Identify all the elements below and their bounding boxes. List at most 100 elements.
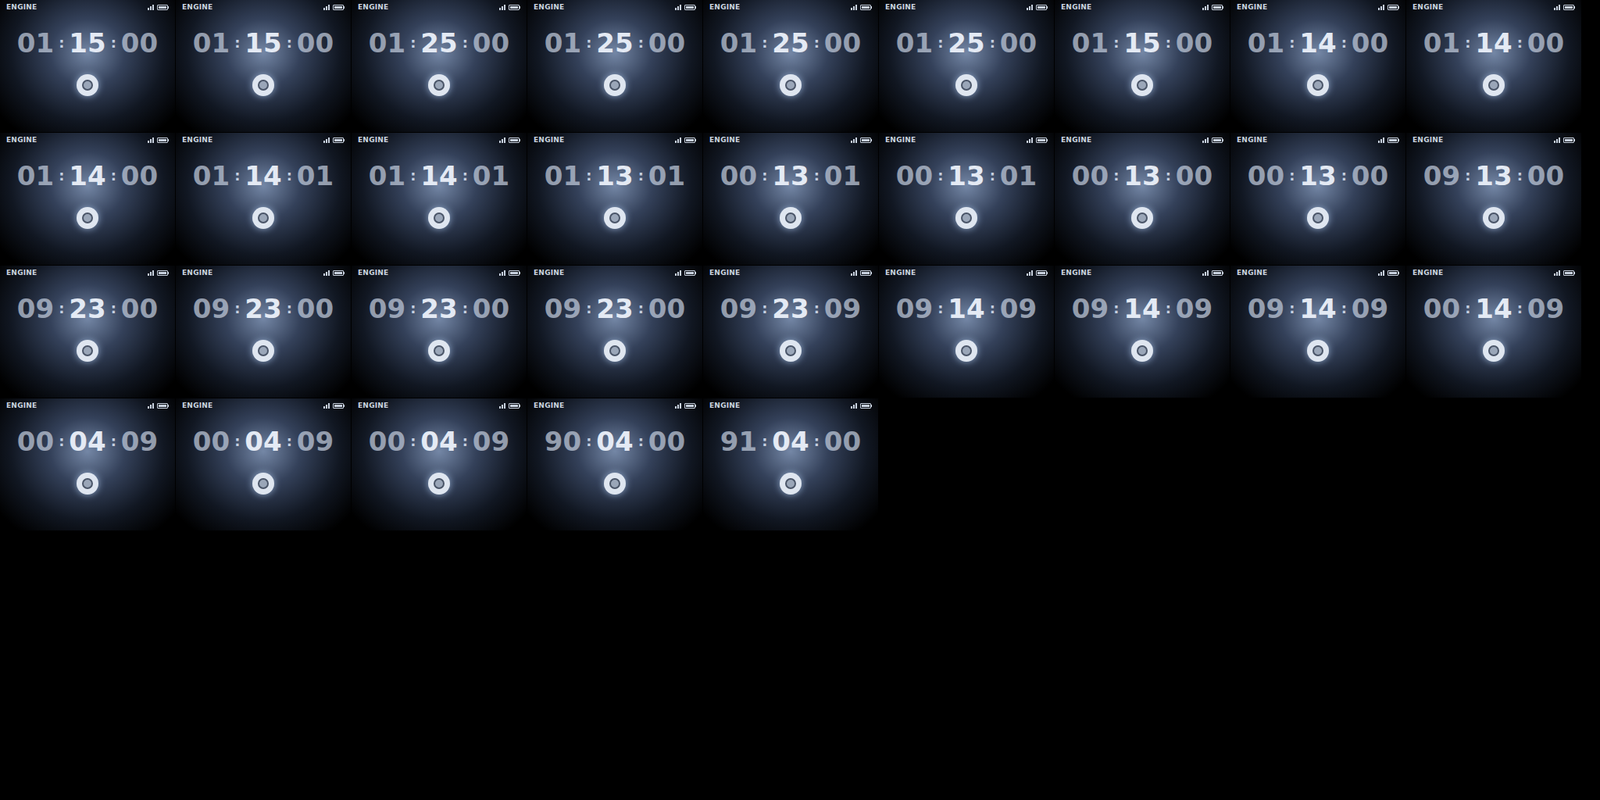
clock-separator: : (814, 292, 820, 325)
button-icon (609, 478, 621, 490)
start-button[interactable] (76, 207, 99, 229)
status-label: ENGINE (6, 400, 37, 411)
start-button[interactable] (1307, 207, 1329, 229)
clock-separator: : (814, 27, 820, 59)
start-button[interactable] (76, 339, 99, 362)
clock-seconds: 00 (472, 292, 510, 325)
clock-separator: : (286, 292, 293, 325)
start-button[interactable] (76, 74, 99, 97)
start-button[interactable] (779, 207, 802, 229)
start-button[interactable] (428, 472, 450, 495)
start-button[interactable] (76, 472, 99, 495)
signal-icon (675, 4, 682, 11)
status-label: ENGINE (1412, 267, 1443, 278)
clock-minutes: 23 (771, 292, 809, 325)
clock: 01:13:01 (527, 160, 703, 192)
signal-icon (499, 4, 506, 11)
clock-seconds: 01 (472, 160, 510, 192)
start-button[interactable] (779, 339, 802, 362)
start-button[interactable] (428, 74, 450, 97)
clock-seconds: 00 (1527, 27, 1565, 59)
button-icon (1312, 345, 1324, 357)
start-button[interactable] (428, 207, 450, 229)
clock-separator: : (1289, 27, 1295, 59)
start-button[interactable] (1482, 74, 1505, 97)
start-button[interactable] (603, 74, 626, 97)
frame: ENGINE01:14:01 (175, 132, 351, 265)
clock-hours: 90 (544, 425, 582, 458)
clock-minutes: 25 (420, 27, 458, 59)
clock-hours: 01 (1247, 27, 1285, 59)
start-button[interactable] (779, 472, 802, 495)
battery-icon (157, 270, 169, 276)
clock-seconds: 00 (121, 160, 158, 192)
start-button[interactable] (1131, 339, 1154, 362)
clock-hours: 09 (17, 292, 54, 325)
clock: 09:23:00 (351, 292, 527, 325)
battery-icon (508, 270, 521, 276)
start-button[interactable] (252, 74, 275, 97)
start-button[interactable] (428, 339, 450, 362)
status-label: ENGINE (1412, 2, 1443, 12)
clock-separator: : (462, 27, 468, 59)
clock-minutes: 04 (244, 425, 282, 458)
start-button[interactable] (603, 472, 626, 495)
clock-seconds: 09 (1527, 292, 1565, 325)
clock-hours: 09 (1071, 292, 1109, 325)
battery-icon (508, 137, 521, 143)
start-button[interactable] (779, 74, 802, 97)
battery-icon (1211, 137, 1224, 143)
clock-separator: : (234, 425, 240, 458)
start-button[interactable] (955, 339, 978, 362)
start-button[interactable] (1131, 74, 1154, 97)
button-icon (609, 212, 621, 224)
status-label: ENGINE (1236, 267, 1268, 278)
start-button[interactable] (603, 207, 626, 229)
clock-separator: : (410, 160, 416, 192)
clock-separator: : (58, 425, 65, 458)
clock-separator: : (110, 160, 117, 192)
start-button[interactable] (1307, 74, 1329, 97)
button-icon (82, 212, 93, 224)
status-label: ENGINE (1236, 2, 1268, 12)
clock-minutes: 14 (1475, 292, 1512, 325)
frame: ENGINE01:25:00 (527, 0, 703, 133)
clock: 01:25:00 (878, 27, 1054, 59)
start-button[interactable] (252, 472, 275, 495)
status-bar: ENGINE (1406, 0, 1582, 12)
battery-icon (157, 137, 169, 143)
start-button[interactable] (1482, 339, 1505, 362)
start-button[interactable] (1307, 339, 1329, 362)
frame: ENGINE01:14:00 (1230, 0, 1406, 133)
battery-icon (1387, 4, 1400, 11)
clock-separator: : (286, 425, 293, 458)
status-label: ENGINE (357, 267, 389, 278)
frame: ENGINE 09:23:00 (351, 265, 527, 398)
frame: ENGINE01:25:00 (703, 0, 879, 133)
signal-icon (1553, 137, 1561, 143)
status-label: ENGINE (6, 135, 37, 145)
button-icon (785, 478, 797, 490)
clock-minutes: 14 (1475, 27, 1512, 59)
clock-separator: : (1464, 27, 1471, 59)
start-button[interactable] (252, 207, 275, 229)
clock: 00:13:00 (1054, 160, 1230, 192)
status-bar: ENGINE (527, 398, 703, 411)
clock-hours: 00 (17, 425, 54, 458)
start-button[interactable] (955, 74, 978, 97)
start-button[interactable] (1482, 207, 1505, 229)
button-icon (1136, 345, 1148, 357)
start-button[interactable] (955, 207, 978, 229)
signal-icon (1378, 137, 1385, 143)
clock-hours: 00 (1247, 160, 1285, 192)
button-icon (1488, 345, 1500, 357)
frame: ENGINE90:04:00 (527, 398, 703, 531)
clock-minutes: 13 (771, 160, 809, 192)
status-bar: ENGINE (0, 265, 175, 278)
signal-icon (675, 403, 682, 409)
start-button[interactable] (603, 339, 626, 362)
start-button[interactable] (252, 339, 275, 362)
clock-separator: : (110, 292, 117, 325)
clock-separator: : (1289, 160, 1295, 192)
start-button[interactable] (1131, 207, 1154, 229)
